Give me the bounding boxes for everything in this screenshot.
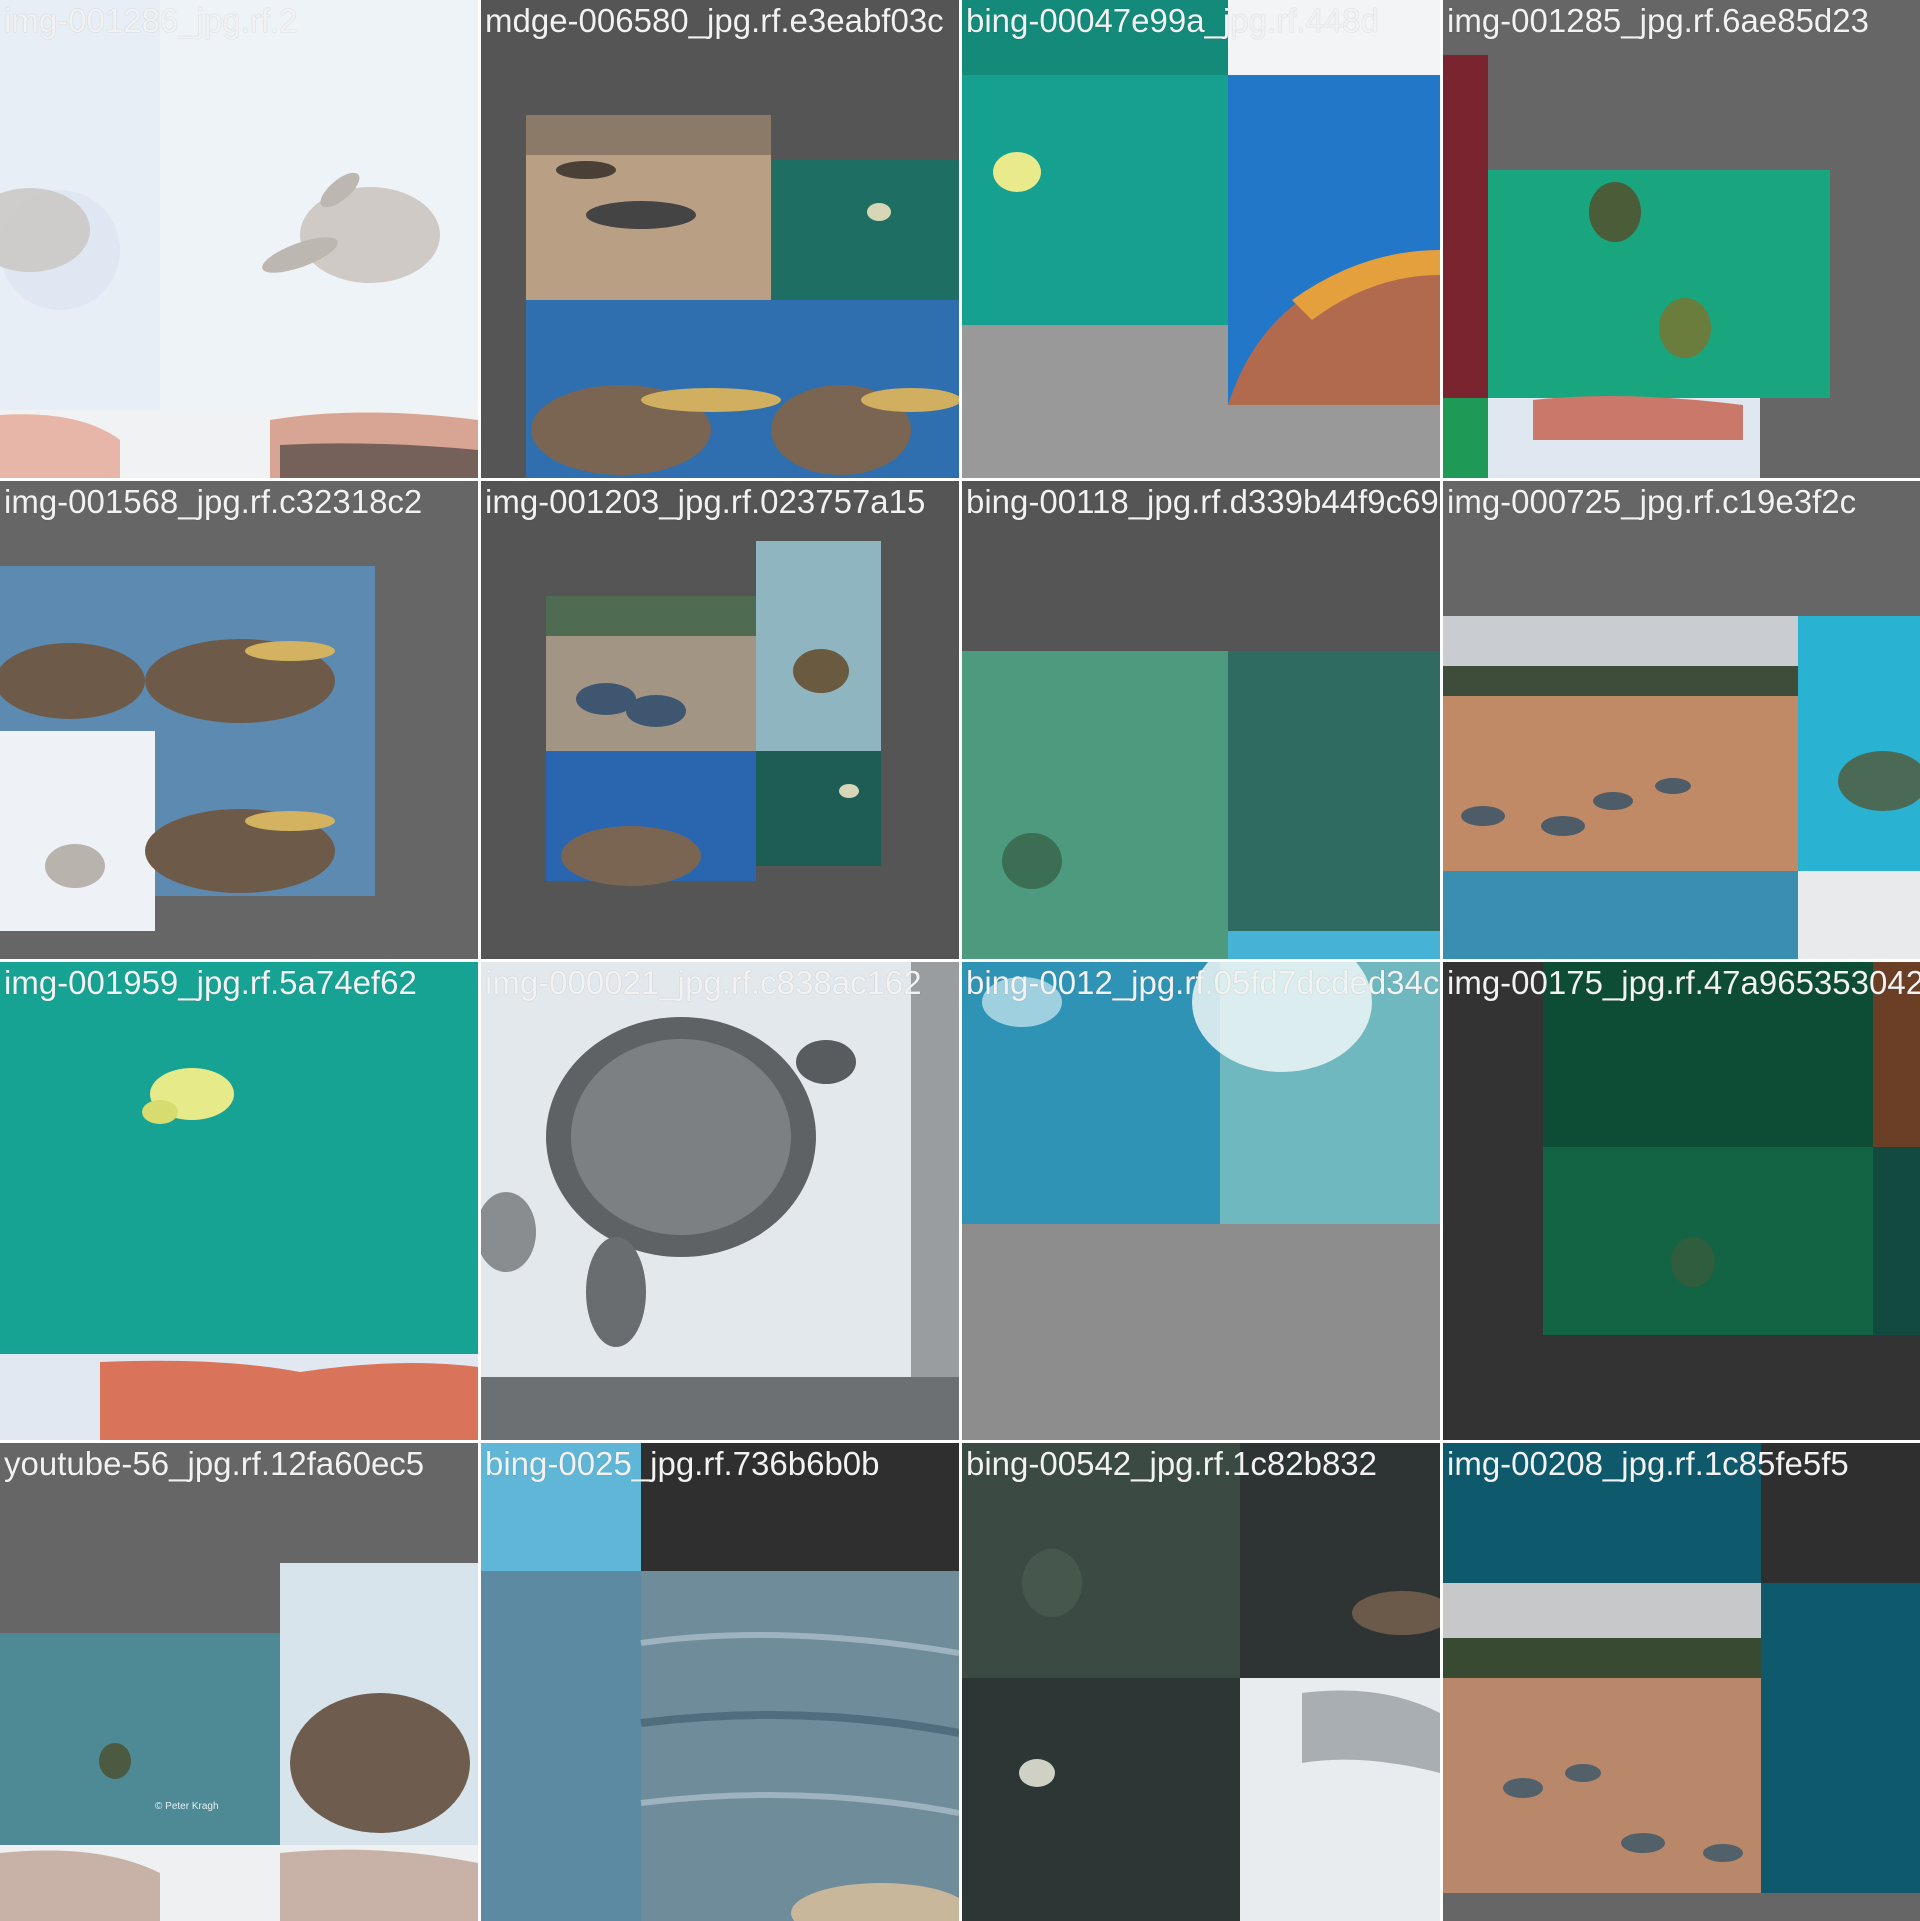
mosaic-tile-8: img-000725_jpg.rf.c19e3f2c (1443, 481, 1920, 959)
mosaic-tile-14: bing-0025_jpg.rf.736b6b0b (481, 1443, 959, 1921)
mosaic-tile-6: img-001203_jpg.rf.023757a15 (481, 481, 959, 959)
tile-11-scene (962, 962, 1440, 1440)
mosaic-tile-2: mdge-006580_jpg.rf.e3eabf03c (481, 0, 959, 478)
tile-1-scene (0, 0, 478, 478)
tile-6-scene (481, 481, 959, 959)
mosaic-tile-16: img-00208_jpg.rf.1c85fe5f5 (1443, 1443, 1920, 1921)
tile-9-scene (0, 962, 478, 1440)
mosaic-tile-9: img-001959_jpg.rf.5a74ef62 (0, 962, 478, 1440)
mosaic-tile-4: img-001285_jpg.rf.6ae85d23 (1443, 0, 1920, 478)
tile-16-scene (1443, 1443, 1920, 1921)
tile-15-scene (962, 1443, 1440, 1921)
tile-4-scene (1443, 0, 1920, 478)
tile-5-scene (0, 481, 478, 959)
mosaic-tile-7: bing-00118_jpg.rf.d339b44f9c69e2 (962, 481, 1440, 959)
tile-2-scene (481, 0, 959, 478)
mosaic-tile-10: img-000021_jpg.rf.c838ac162 (481, 962, 959, 1440)
tile-14-scene (481, 1443, 959, 1921)
mosaic-tile-12: img-00175_jpg.rf.47a965353042 (1443, 962, 1920, 1440)
watermark-text: © Peter Kragh (155, 1801, 219, 1812)
mosaic-tile-11: bing-0012_jpg.rf.05fd7dcded34c (962, 962, 1440, 1440)
tile-8-scene (1443, 481, 1920, 959)
tile-12-scene (1443, 962, 1920, 1440)
tile-13-scene (0, 1443, 478, 1921)
tile-3-scene (962, 0, 1440, 478)
mosaic-tile-3: bing-00047e99a_jpg.rf.448d (962, 0, 1440, 478)
tile-7-scene (962, 481, 1440, 959)
mosaic-grid: img-001286_jpg.rf.2 mdge-006580_jpg.rf.e… (0, 0, 1920, 1921)
mosaic-tile-5: img-001568_jpg.rf.c32318c2 (0, 481, 478, 959)
mosaic-tile-13: youtube-56_jpg.rf.12fa60ec5 © Peter Krag… (0, 1443, 478, 1921)
mosaic-tile-1: img-001286_jpg.rf.2 (0, 0, 478, 478)
tile-10-scene (481, 962, 959, 1440)
mosaic-tile-15: bing-00542_jpg.rf.1c82b832 (962, 1443, 1440, 1921)
